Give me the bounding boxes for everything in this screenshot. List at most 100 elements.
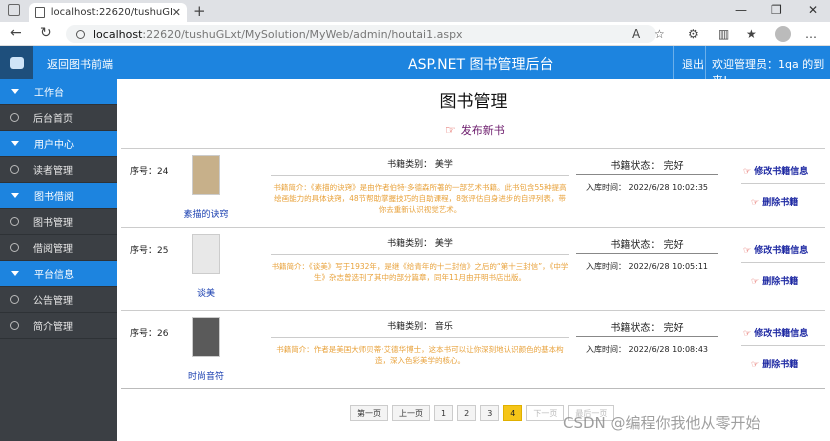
minimize-icon[interactable]: — [735, 3, 747, 17]
page-title: 图书管理 [439, 92, 508, 112]
sidebar-label: 图书借阅 [34, 192, 74, 203]
sidebar-group-7[interactable]: 平台信息 [0, 261, 117, 287]
watermark: CSDN @编程你我他从零开始 [563, 414, 761, 432]
logout-link[interactable]: 退出 [682, 56, 704, 72]
sidebar-item-1[interactable]: 后台首页 [0, 105, 117, 131]
edit-book-button[interactable]: ☞ 修改书籍信息 [743, 243, 808, 256]
delete-book-button[interactable]: ☞ 删除书籍 [751, 195, 798, 208]
page-4-button[interactable]: 4 [503, 405, 523, 421]
sidebar-label: 公告管理 [33, 296, 73, 307]
sidebar-item-6[interactable]: 借阅管理 [0, 235, 117, 261]
delete-label: 删除书籍 [762, 360, 799, 370]
sidebar-item-9[interactable]: 简介管理 [0, 313, 117, 339]
divider [271, 175, 569, 176]
sidebar-group-0[interactable]: 工作台 [0, 79, 117, 105]
book-cover-image[interactable] [192, 317, 220, 357]
divider [576, 336, 718, 337]
sidebar: 工作台 后台首页用户中心读者管理图书借阅图书管理借阅管理平台信息公告管理简介管理 [0, 79, 117, 441]
prev-page-button[interactable]: 上一页 [392, 405, 430, 421]
sidebar-label: 用户中心 [34, 140, 74, 151]
book-status: 书籍状态： 完好 [610, 240, 684, 251]
menu-item-icon [10, 165, 19, 174]
book-row: 序号：26 时尚音符 书籍类别： 音乐 书籍简介：作者是美国大师贝蒂·艾德华博士，这本… [121, 310, 825, 388]
book-number: 序号：24 [130, 167, 169, 177]
pointing-hand-icon: ☞ [743, 167, 752, 177]
edit-book-button[interactable]: ☞ 修改书籍信息 [743, 326, 808, 339]
divider [576, 174, 718, 175]
publish-book-link[interactable]: ☞ 发布新书 [445, 122, 505, 138]
url-field[interactable]: localhost:22620/tushuGLxt/MySolution/MyW… [66, 25, 656, 43]
book-cover-image[interactable] [192, 155, 220, 195]
book-intro: 书籍简介：作者是美国大师贝蒂·艾德华博士，这本书可以让你深刻地认识颜色的基本构造… [276, 345, 564, 365]
extensions-icon[interactable]: ⚙ [688, 27, 699, 41]
divider [271, 254, 569, 255]
pointing-hand-icon: ☞ [751, 277, 760, 287]
divider [741, 262, 825, 263]
favorites-icon[interactable]: ★ [746, 27, 757, 41]
sidebar-group-4[interactable]: 图书借阅 [0, 183, 117, 209]
sidebar-label: 平台信息 [34, 270, 74, 281]
book-cover-image[interactable] [192, 234, 220, 274]
header-divider [705, 46, 706, 79]
menu-item-icon [10, 113, 19, 122]
book-name-link[interactable]: 谈美 [171, 286, 241, 299]
browser-tabbar: localhost:22620/tushuGLxt/MyS ✕ + — ❐ ✕ [0, 0, 830, 22]
split-screen-icon[interactable]: ▥ [718, 27, 729, 41]
edit-label: 修改书籍信息 [754, 329, 809, 339]
sidebar-label: 借阅管理 [33, 244, 73, 255]
app-header: 返回图书前端 ASP.NET 图书管理后台 退出 欢迎管理员：1qa 的到来! [0, 46, 830, 87]
book-status: 书籍状态： 完好 [610, 161, 684, 172]
url-host: localhost [93, 27, 143, 41]
read-aloud-icon[interactable]: A [632, 27, 640, 41]
first-page-button[interactable]: 第一页 [350, 405, 388, 421]
book-name-link[interactable]: 时尚音符 [171, 369, 241, 382]
browser-tab[interactable]: localhost:22620/tushuGLxt/MyS ✕ [29, 3, 187, 22]
book-category: 书籍类别： 美学 [387, 160, 453, 170]
caret-down-icon [11, 271, 19, 276]
delete-book-button[interactable]: ☞ 删除书籍 [751, 357, 798, 370]
pointing-hand-icon: ☞ [445, 123, 456, 137]
divider [741, 183, 825, 184]
menu-item-icon [10, 295, 19, 304]
delete-book-button[interactable]: ☞ 删除书籍 [751, 274, 798, 287]
close-tab-icon[interactable]: ✕ [172, 6, 181, 19]
next-page-button[interactable]: 下一页 [526, 405, 565, 421]
profile-avatar[interactable] [775, 26, 791, 42]
tab-actions-icon[interactable] [8, 4, 20, 16]
edit-label: 修改书籍信息 [754, 167, 809, 177]
info-icon[interactable] [76, 29, 85, 39]
sidebar-item-8[interactable]: 公告管理 [0, 287, 117, 313]
sidebar-group-2[interactable]: 用户中心 [0, 131, 117, 157]
back-to-frontend-link[interactable]: 返回图书前端 [47, 56, 113, 72]
divider [741, 345, 825, 346]
edit-label: 修改书籍信息 [754, 246, 809, 256]
address-bar: ← ↻ localhost:22620/tushuGLxt/MySolution… [0, 22, 830, 46]
new-tab-icon[interactable]: + [193, 2, 206, 20]
menu-item-icon [10, 217, 19, 226]
favorite-add-icon[interactable]: ☆ [654, 27, 665, 41]
url-path: :22620/tushuGLxt/MySolution/MyWeb/admin/… [142, 27, 463, 41]
pointing-hand-icon: ☞ [751, 198, 760, 208]
edit-book-button[interactable]: ☞ 修改书籍信息 [743, 164, 808, 177]
sidebar-item-5[interactable]: 图书管理 [0, 209, 117, 235]
sidebar-label: 读者管理 [33, 166, 73, 177]
maximize-icon[interactable]: ❐ [771, 3, 782, 17]
page-2-button[interactable]: 2 [457, 405, 477, 421]
more-icon[interactable]: … [805, 27, 817, 41]
book-intime: 入库时间： 2022/6/28 10:05:11 [585, 262, 709, 271]
page-1-button[interactable]: 1 [434, 405, 454, 421]
book-name-link[interactable]: 素描的诀窍 [171, 207, 241, 220]
divider [576, 253, 718, 254]
book-row: 序号：25 谈美 书籍类别： 美学 书籍简介：《谈美》写于1932年，是继《给青年的十… [121, 227, 825, 305]
reload-icon[interactable]: ↻ [40, 25, 52, 41]
menu-item-icon [10, 321, 19, 330]
back-arrow-icon[interactable]: ← [10, 25, 22, 41]
close-window-icon[interactable]: ✕ [808, 3, 818, 17]
page-3-button[interactable]: 3 [480, 405, 500, 421]
sidebar-item-3[interactable]: 读者管理 [0, 157, 117, 183]
pointing-hand-icon: ☞ [743, 246, 752, 256]
header-divider [673, 46, 674, 79]
divider [271, 337, 569, 338]
book-status: 书籍状态： 完好 [610, 323, 684, 334]
page-icon [35, 7, 45, 18]
